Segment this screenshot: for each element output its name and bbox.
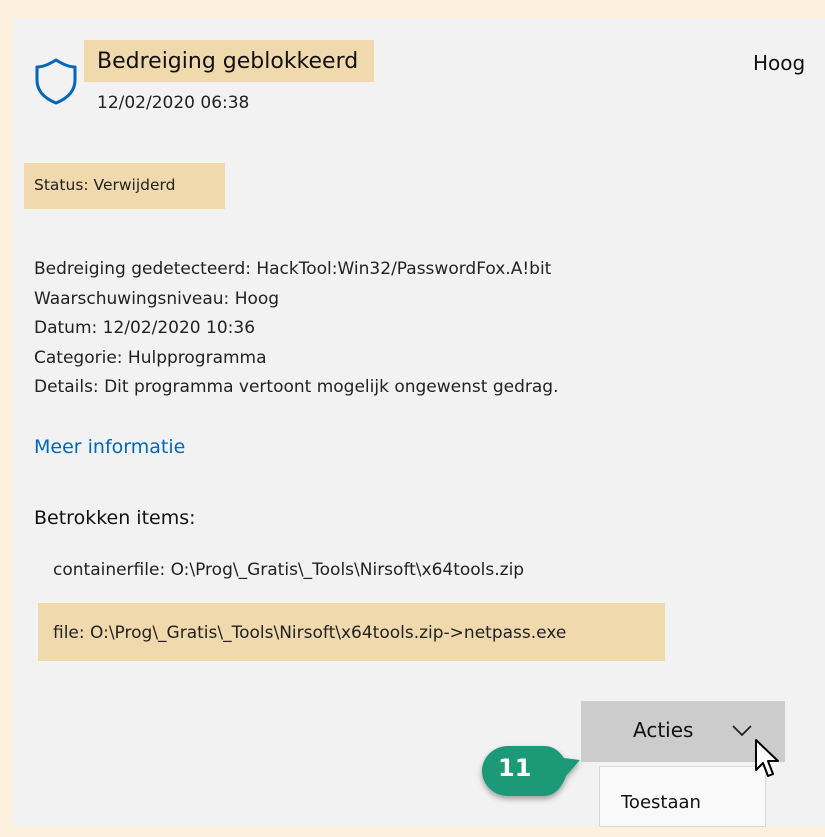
threat-datetime: 12/02/2020 06:38 xyxy=(97,93,250,113)
detail-line-date: Datum: 12/02/2020 10:36 xyxy=(34,318,256,338)
actions-label: Acties xyxy=(633,718,694,742)
more-info-link[interactable]: Meer informatie xyxy=(34,436,185,458)
detail-line-threat: Bedreiging gedetecteerd: HackTool:Win32/… xyxy=(34,259,552,279)
shield-icon xyxy=(35,58,77,105)
step-number: 11 xyxy=(498,754,532,782)
affected-items-heading: Betrokken items: xyxy=(34,507,196,529)
affected-item: containerfile: O:\Prog\_Gratis\_Tools\Ni… xyxy=(53,560,525,580)
chevron-down-icon xyxy=(732,725,752,737)
severity-label: Hoog xyxy=(753,51,806,75)
detail-line-level: Waarschuwingsniveau: Hoog xyxy=(34,288,280,309)
mouse-pointer-icon xyxy=(755,739,779,777)
detail-line-category: Categorie: Hulpprogramma xyxy=(34,347,267,368)
threat-details: Bedreiging gedetecteerd: HackTool:Win32/… xyxy=(34,255,558,403)
status-text: Status: Verwijderd xyxy=(34,176,176,194)
affected-item: file: O:\Prog\_Gratis\_Tools\Nirsoft\x64… xyxy=(53,623,567,643)
threat-title: Bedreiging geblokkeerd xyxy=(97,49,359,74)
menu-item-allow[interactable]: Toestaan xyxy=(621,792,701,813)
detail-line-details: Details: Dit programma vertoont mogelijk… xyxy=(34,377,559,397)
actions-menu: Toestaan xyxy=(599,766,766,827)
